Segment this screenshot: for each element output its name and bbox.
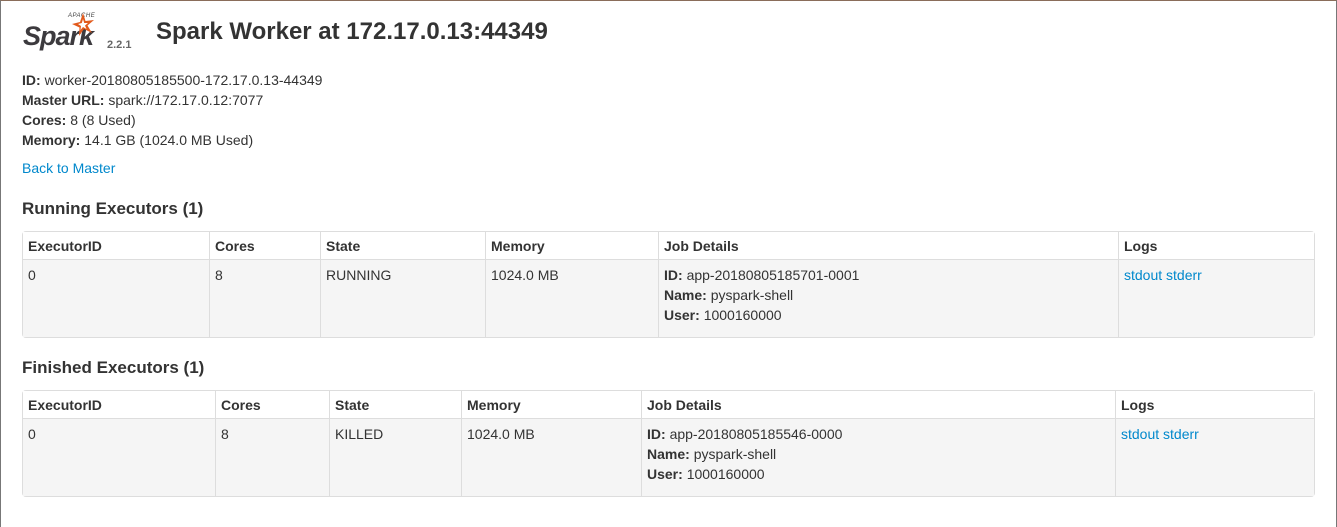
spark-star-icon: [72, 13, 94, 36]
finished-executors-table: ExecutorID Cores State Memory Job Detail…: [22, 390, 1315, 497]
executor-id-cell: 0: [23, 259, 209, 337]
job-name-value: pyspark-shell: [693, 446, 777, 462]
info-id-value: worker-20180805185500-172.17.0.13-44349: [44, 72, 323, 88]
info-memory-row: Memory: 14.1 GB (1024.0 MB Used): [22, 130, 322, 150]
stdout-link[interactable]: stdout: [1121, 426, 1159, 442]
worker-info: ID: worker-20180805185500-172.17.0.13-44…: [22, 70, 322, 150]
info-master-row: Master URL: spark://172.17.0.12:7077: [22, 90, 322, 110]
column-header-state[interactable]: State: [329, 391, 461, 418]
state-cell: RUNNING: [320, 259, 485, 337]
job-name-label: Name:: [647, 446, 690, 462]
finished-executors-heading: Finished Executors (1): [22, 358, 205, 377]
info-cores-label: Cores:: [22, 112, 67, 128]
info-cores-row: Cores: 8 (8 Used): [22, 110, 322, 130]
column-header-cores[interactable]: Cores: [215, 391, 329, 418]
back-to-master-link[interactable]: Back to Master: [22, 160, 115, 176]
table-row: 0 8 KILLED 1024.0 MB ID: app-20180805185…: [23, 418, 1314, 496]
info-memory-label: Memory:: [22, 132, 81, 148]
info-cores-value: 8 (8 Used): [70, 112, 136, 128]
job-user-value: 1000160000: [703, 307, 782, 323]
stderr-link[interactable]: stderr: [1166, 267, 1202, 283]
job-id-value: app-20180805185546-0000: [669, 426, 843, 442]
job-id-label: ID:: [647, 426, 666, 442]
column-header-job-details[interactable]: Job Details: [658, 232, 1118, 259]
job-user-value: 1000160000: [686, 466, 765, 482]
stdout-link[interactable]: stdout: [1124, 267, 1162, 283]
state-cell: KILLED: [329, 418, 461, 496]
column-header-memory[interactable]: Memory: [485, 232, 658, 259]
column-header-logs[interactable]: Logs: [1118, 232, 1314, 259]
job-name-label: Name:: [664, 287, 707, 303]
info-id-row: ID: worker-20180805185500-172.17.0.13-44…: [22, 70, 322, 90]
job-name-value: pyspark-shell: [710, 287, 794, 303]
job-user-label: User:: [664, 307, 700, 323]
memory-cell: 1024.0 MB: [461, 418, 641, 496]
logs-cell: stdout stderr: [1115, 418, 1314, 496]
table-header-row: ExecutorID Cores State Memory Job Detail…: [23, 391, 1314, 418]
running-executors-table: ExecutorID Cores State Memory Job Detail…: [22, 231, 1315, 338]
spark-logo[interactable]: APACHE Spark 2.2.1: [23, 13, 138, 55]
table-row: 0 8 RUNNING 1024.0 MB ID: app-2018080518…: [23, 259, 1314, 337]
logs-cell: stdout stderr: [1118, 259, 1314, 337]
job-user-label: User:: [647, 466, 683, 482]
info-id-label: ID:: [22, 72, 41, 88]
info-master-value: spark://172.17.0.12:7077: [108, 92, 264, 108]
column-header-executorid[interactable]: ExecutorID: [23, 391, 215, 418]
column-header-job-details[interactable]: Job Details: [641, 391, 1115, 418]
cores-cell: 8: [209, 259, 320, 337]
column-header-cores[interactable]: Cores: [209, 232, 320, 259]
job-details-cell: ID: app-20180805185701-0001 Name: pyspar…: [658, 259, 1118, 337]
job-details-cell: ID: app-20180805185546-0000 Name: pyspar…: [641, 418, 1115, 496]
page-title: Spark Worker at 172.17.0.13:44349: [156, 18, 548, 45]
memory-cell: 1024.0 MB: [485, 259, 658, 337]
executor-id-cell: 0: [23, 418, 215, 496]
info-memory-value: 14.1 GB (1024.0 MB Used): [84, 132, 254, 148]
cores-cell: 8: [215, 418, 329, 496]
page-header: APACHE Spark 2.2.1 Spark Worker at 172.1…: [1, 1, 1336, 61]
column-header-memory[interactable]: Memory: [461, 391, 641, 418]
stderr-link[interactable]: stderr: [1163, 426, 1199, 442]
table-header-row: ExecutorID Cores State Memory Job Detail…: [23, 232, 1314, 259]
column-header-logs[interactable]: Logs: [1115, 391, 1314, 418]
spark-version: 2.2.1: [107, 39, 132, 51]
column-header-state[interactable]: State: [320, 232, 485, 259]
job-id-label: ID:: [664, 267, 683, 283]
job-id-value: app-20180805185701-0001: [686, 267, 860, 283]
running-executors-heading: Running Executors (1): [22, 199, 204, 218]
info-master-label: Master URL:: [22, 92, 105, 108]
column-header-executorid[interactable]: ExecutorID: [23, 232, 209, 259]
